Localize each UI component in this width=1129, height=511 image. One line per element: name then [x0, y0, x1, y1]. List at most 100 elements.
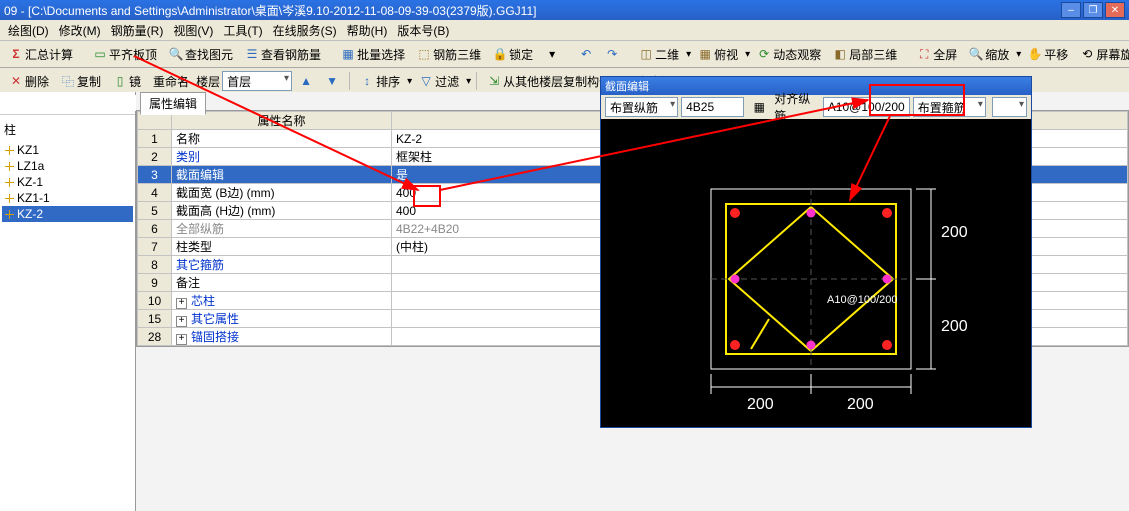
- menu-view[interactable]: 视图(V): [169, 22, 217, 39]
- zoom-label: 缩放: [985, 46, 1009, 63]
- menu-tools[interactable]: 工具(T): [219, 22, 266, 39]
- chevron-down-icon: ▾: [545, 47, 559, 61]
- topview-label: 俯视: [714, 46, 738, 63]
- tree-item-label: KZ-1: [17, 175, 43, 189]
- expand-icon[interactable]: +: [176, 334, 187, 345]
- screen-rotate-button[interactable]: ⟲ 屏幕旋转: [1075, 44, 1129, 65]
- rebar-input[interactable]: 4B25: [681, 97, 744, 117]
- minimize-button[interactable]: –: [1061, 2, 1081, 18]
- delete-button[interactable]: ✕ 删除: [4, 71, 54, 92]
- node-icon: [4, 209, 14, 219]
- node-icon: [4, 177, 14, 187]
- row-number: 8: [138, 256, 172, 274]
- import-icon: ⇲: [487, 74, 501, 88]
- prop-name: 柱类型: [172, 238, 392, 256]
- scrrot-label: 屏幕旋转: [1096, 46, 1129, 63]
- local3d-button[interactable]: ◧ 局部三维: [828, 44, 902, 65]
- orbit-button[interactable]: ⟳ 动态观察: [752, 44, 826, 65]
- copy-from-floor-button[interactable]: ⇲ 从其他楼层复制构件: [482, 71, 616, 92]
- tree-item[interactable]: KZ-1: [2, 174, 133, 190]
- search-icon: 🔍: [169, 47, 183, 61]
- separator: [349, 72, 350, 90]
- tree-item[interactable]: KZ1: [2, 142, 133, 158]
- copy-icon: ⿻: [61, 74, 75, 88]
- menu-online[interactable]: 在线服务(S): [269, 22, 341, 39]
- sort-button[interactable]: ↕ 排序: [355, 71, 405, 92]
- menu-rebar[interactable]: 钢筋量(R): [107, 22, 168, 39]
- dropdown-button[interactable]: ▾: [540, 45, 564, 63]
- hand-icon: ✋: [1028, 47, 1042, 61]
- copy-button[interactable]: ⿻ 复制: [56, 71, 106, 92]
- batch-button[interactable]: ▦ 批量选择: [336, 44, 410, 65]
- menu-ver[interactable]: 版本号(B): [393, 22, 453, 39]
- check-label: 查看钢筋量: [261, 46, 321, 63]
- row-number: 15: [138, 310, 172, 328]
- zoom-icon: 🔍: [969, 47, 983, 61]
- zoom-button[interactable]: 🔍 缩放: [964, 44, 1014, 65]
- batch-label: 批量选择: [357, 46, 405, 63]
- menu-modify[interactable]: 修改(M): [55, 22, 105, 39]
- floor-combo[interactable]: 首层: [222, 71, 292, 91]
- sum-label: 汇总计算: [25, 46, 73, 63]
- up-button[interactable]: ▲: [294, 72, 318, 90]
- down-icon: ▼: [325, 74, 339, 88]
- layout-rebar-combo[interactable]: 布置纵筋: [605, 97, 678, 117]
- tree-header: 柱: [2, 119, 133, 142]
- dim-right-bot: 200: [941, 318, 968, 335]
- rebar3d-button[interactable]: ⬚ 钢筋三维: [412, 44, 486, 65]
- grid-icon-button[interactable]: ▦: [747, 98, 771, 116]
- filter-button[interactable]: ▽ 过滤: [414, 71, 464, 92]
- tree-item-label: LZ1a: [17, 159, 44, 173]
- layout-stirrup-combo[interactable]: 布置箍筋: [913, 97, 986, 117]
- expand-icon[interactable]: +: [176, 298, 187, 309]
- prop-name: +锚固搭接: [172, 328, 392, 346]
- row-number: 6: [138, 220, 172, 238]
- down-button[interactable]: ▼: [320, 72, 344, 90]
- rename-button[interactable]: 重命名: [148, 71, 194, 92]
- node-icon: [4, 145, 14, 155]
- lock-button[interactable]: 🔒 锁定: [488, 44, 538, 65]
- close-button[interactable]: ✕: [1105, 2, 1125, 18]
- menu-help[interactable]: 帮助(H): [343, 22, 392, 39]
- menu-draw[interactable]: 绘图(D): [4, 22, 53, 39]
- undo-button[interactable]: ↶: [574, 45, 598, 63]
- pan-button[interactable]: ✋ 平移: [1023, 44, 1073, 65]
- tree-item[interactable]: KZ1-1: [2, 190, 133, 206]
- local3d-label: 局部三维: [849, 46, 897, 63]
- redo-button[interactable]: ↷: [600, 45, 624, 63]
- rename-label: 重命名: [153, 73, 189, 90]
- top-view-button[interactable]: ▦ 俯视: [693, 44, 743, 65]
- check-rebar-button[interactable]: ☰ 查看钢筋量: [240, 44, 326, 65]
- cube-icon: ⬚: [417, 47, 431, 61]
- copy-from-label: 从其他楼层复制构件: [503, 73, 611, 90]
- stirrup-input[interactable]: A10@100/200: [823, 97, 910, 117]
- prop-name: +芯柱: [172, 292, 392, 310]
- dim-bot-left: 200: [747, 396, 774, 413]
- view2d-button[interactable]: ◫ 二维: [634, 44, 684, 65]
- dim-right-top: 200: [941, 224, 968, 241]
- dim-bot-right: 200: [847, 396, 874, 413]
- tree-item-label: KZ1: [17, 143, 39, 157]
- mirror-button[interactable]: ▯ 镜: [108, 71, 146, 92]
- prop-name: 截面编辑: [172, 166, 392, 184]
- tree-item[interactable]: LZ1a: [2, 158, 133, 174]
- pan-label: 平移: [1044, 46, 1068, 63]
- section-canvas[interactable]: 200 200 200 200 A10@100/200: [601, 119, 1031, 427]
- layout-rebar-value: 布置纵筋: [610, 99, 658, 116]
- property-tab[interactable]: 属性编辑: [140, 92, 206, 115]
- prop-name: 截面宽 (B边) (mm): [172, 184, 392, 202]
- tree-item[interactable]: KZ-2: [2, 206, 133, 222]
- fullscreen-button[interactable]: ⛶ 全屏: [912, 44, 962, 65]
- mirror-icon: ▯: [113, 74, 127, 88]
- editor-more-combo[interactable]: [992, 97, 1027, 117]
- layout-stirrup-value: 布置箍筋: [918, 99, 966, 116]
- section-editor-window: 截面编辑 布置纵筋 4B25 ▦ 对齐纵筋 A10@100/200 布置箍筋: [600, 76, 1032, 428]
- flat-button[interactable]: ▭ 平齐板顶: [88, 44, 162, 65]
- menu-bar: 绘图(D) 修改(M) 钢筋量(R) 视图(V) 工具(T) 在线服务(S) 帮…: [0, 20, 1129, 41]
- maximize-button[interactable]: ❐: [1083, 2, 1103, 18]
- prop-name: +其它属性: [172, 310, 392, 328]
- up-icon: ▲: [299, 74, 313, 88]
- expand-icon[interactable]: +: [176, 316, 187, 327]
- sum-button[interactable]: Σ 汇总计算: [4, 44, 78, 65]
- find-button[interactable]: 🔍 查找图元: [164, 44, 238, 65]
